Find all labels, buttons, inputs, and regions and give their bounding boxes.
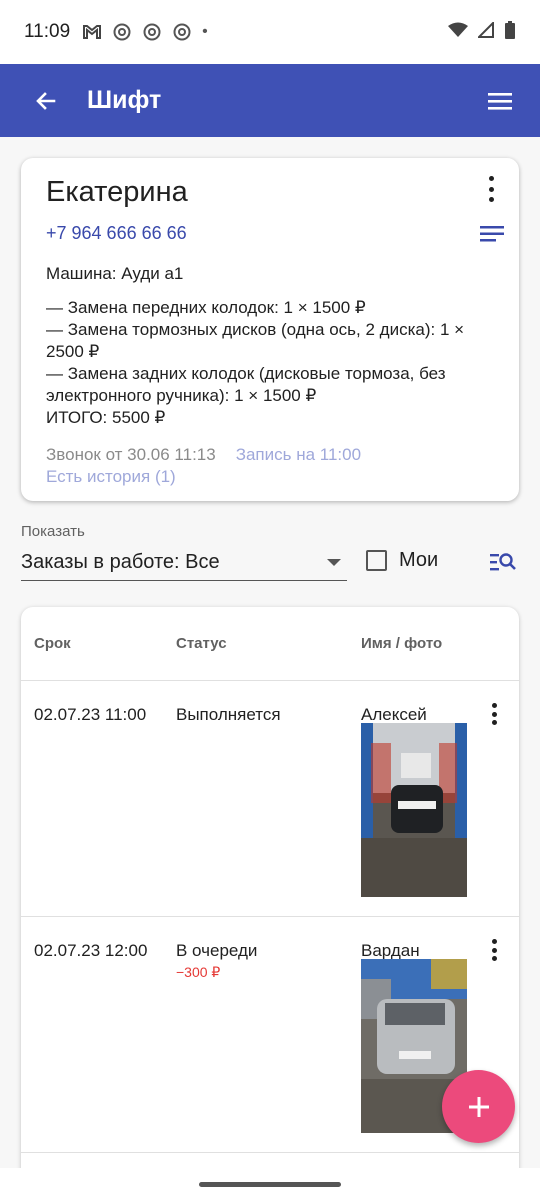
app-bar: Шифт: [0, 64, 540, 137]
orders-table: Срок Статус Имя / фото 02.07.23 11:00 Вы…: [21, 607, 519, 1168]
more-notifications-dot: •: [202, 23, 208, 40]
car-black-photo[interactable]: [361, 723, 467, 897]
dropdown-arrow-icon: [327, 559, 341, 566]
history-link[interactable]: Есть история (1): [46, 467, 176, 487]
header-status[interactable]: Статус: [176, 635, 227, 652]
back-button[interactable]: [32, 87, 60, 115]
row-more-button[interactable]: [489, 939, 499, 961]
more-vert-icon-dot: [491, 711, 497, 717]
row-deadline: 02.07.23 11:00: [34, 705, 147, 724]
hamburger-icon: [488, 92, 512, 110]
app-title: Шифт: [87, 86, 162, 114]
system-nav-bar: [0, 1168, 540, 1200]
orders-filter-value: Заказы в работе: Все: [21, 551, 220, 573]
cell-signal-icon: [476, 20, 494, 43]
orders-filter-select[interactable]: Заказы в работе: Все: [21, 545, 347, 581]
filter-label: Показать: [21, 523, 85, 540]
chrome-icon: [112, 22, 132, 42]
more-vert-icon-dot: [488, 186, 494, 192]
content-area: Екатерина +7 964 666 66 66 Машина: Ауди …: [0, 137, 540, 1168]
client-phone-link[interactable]: +7 964 666 66 66: [46, 223, 187, 244]
chrome-icon: [172, 22, 192, 42]
call-info: Звонок от 30.06 11:13: [46, 445, 216, 464]
client-name: Екатерина: [46, 176, 188, 208]
search-filter-icon[interactable]: [489, 551, 517, 573]
row-name: Вардан: [361, 941, 420, 960]
mine-checkbox[interactable]: Мои: [366, 549, 438, 572]
row-name: Алексей: [361, 705, 427, 724]
car-info: Машина: Ауди а1: [46, 264, 184, 283]
chrome-icon: [142, 22, 162, 42]
row-deadline: 02.07.23 12:00: [34, 941, 148, 960]
table-header: Срок Статус Имя / фото: [21, 607, 519, 681]
status-time: 11:09: [24, 21, 71, 42]
gmail-icon: [82, 22, 102, 42]
mine-label: Мои: [399, 549, 439, 571]
appointment-info: Запись на 11:00: [235, 445, 362, 464]
card-more-button[interactable]: [481, 176, 501, 202]
menu-button[interactable]: [484, 85, 516, 117]
order-description: — Замена передних колодок: 1 × 1500 ₽ — …: [46, 298, 465, 427]
row-status: В очереди: [176, 941, 258, 960]
table-row[interactable]: 02.07.23 11:00 Выполняется Алексей: [21, 681, 519, 917]
status-bar: 11:09 •: [0, 0, 540, 64]
more-vert-icon-dot: [488, 197, 494, 202]
card-meta: Звонок от 30.06 11:13 Запись на 11:00: [46, 445, 494, 465]
arrow-left-icon: [36, 91, 56, 110]
wifi-icon: [448, 22, 468, 43]
row-more-button[interactable]: [489, 703, 499, 725]
more-vert-icon-dot: [491, 956, 497, 961]
battery-icon: [504, 20, 516, 44]
add-button[interactable]: [442, 1070, 515, 1143]
row-amount: −300 ₽: [176, 964, 221, 980]
header-name-photo[interactable]: Имя / фото: [361, 635, 442, 652]
more-vert-icon-dot: [491, 720, 497, 725]
checkbox-box[interactable]: [366, 550, 387, 571]
header-deadline[interactable]: Срок: [34, 635, 71, 652]
notes-icon[interactable]: [479, 224, 505, 244]
plus-icon: [468, 1096, 489, 1117]
system-icons: [448, 20, 516, 44]
notification-icons: •: [82, 22, 208, 42]
home-gesture-handle[interactable]: [199, 1182, 341, 1187]
row-status: Выполняется: [176, 705, 281, 724]
more-vert-icon: [491, 939, 497, 944]
client-card[interactable]: Екатерина +7 964 666 66 66 Машина: Ауди …: [21, 158, 519, 501]
more-vert-icon-dot: [491, 947, 497, 953]
more-vert-icon: [488, 176, 494, 181]
more-vert-icon: [491, 703, 497, 708]
